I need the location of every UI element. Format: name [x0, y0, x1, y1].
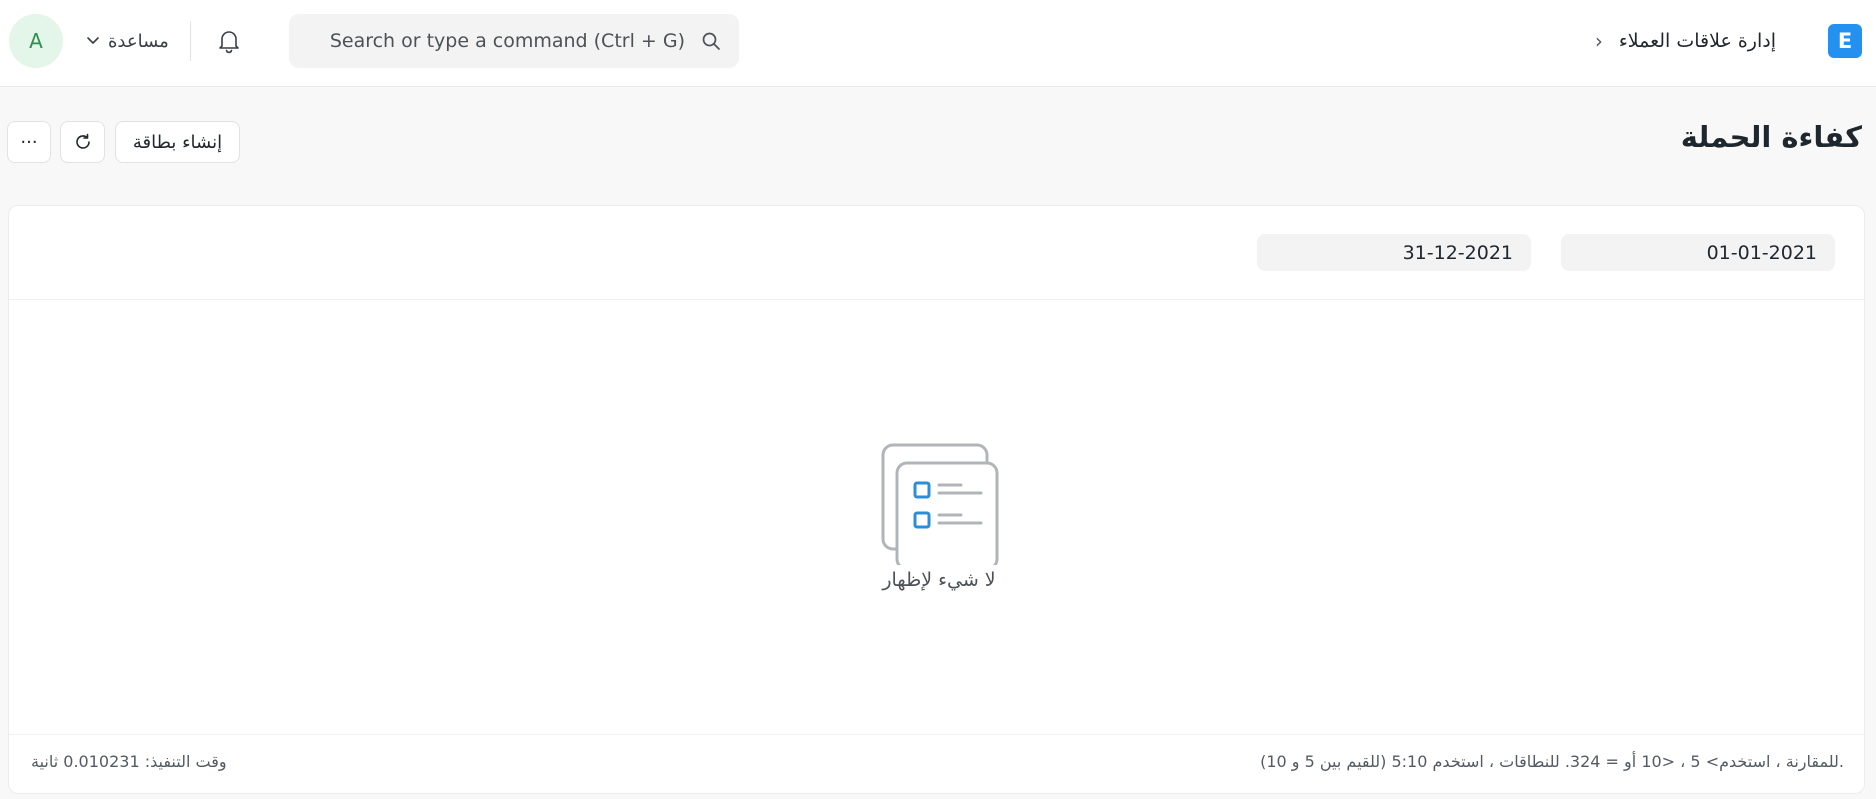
empty-list-icon	[881, 443, 999, 565]
from-date-field[interactable]: 01-01-2021	[1561, 234, 1835, 271]
page-title: كفاءة الحملة	[1680, 120, 1862, 154]
filters-divider	[9, 299, 1864, 300]
search-placeholder: Search or type a command (Ctrl + G)	[329, 30, 685, 52]
notifications-button[interactable]	[214, 26, 244, 56]
app-logo[interactable]: E	[1828, 24, 1862, 58]
refresh-button[interactable]	[60, 121, 105, 163]
chevron-down-icon	[86, 31, 100, 52]
footer-divider	[9, 734, 1864, 735]
breadcrumb-module-link[interactable]: إدارة علاقات العملاء	[1619, 30, 1776, 52]
create-card-button[interactable]: إنشاء بطاقة	[115, 121, 240, 163]
more-actions-button[interactable]: ···	[7, 121, 51, 163]
refresh-icon	[75, 133, 90, 149]
to-date-field[interactable]: 31-12-2021	[1257, 234, 1531, 271]
user-avatar[interactable]: A	[9, 14, 63, 68]
search-input[interactable]: Search or type a command (Ctrl + G)	[289, 14, 739, 68]
navbar: A مساعدة Search or type a command (Ctrl …	[0, 0, 1876, 87]
help-dropdown[interactable]: مساعدة	[86, 24, 169, 58]
filter-hint-text: للمقارنة ، استخدم> 5 ، <10 أو = 324. للن…	[1260, 752, 1844, 771]
empty-state: لا شيء لإظهار	[869, 431, 1009, 591]
report-card: 01-01-2021 31-12-2021 لا شيء لإظهار للمق…	[8, 205, 1865, 794]
navbar-divider	[190, 21, 191, 61]
search-icon	[702, 32, 720, 50]
breadcrumb: › إدارة علاقات العملاء	[1595, 26, 1776, 56]
execution-time: وقت التنفيذ: 0.010231 ثانية	[31, 752, 227, 771]
breadcrumb-separator: ›	[1594, 29, 1603, 53]
help-label: مساعدة	[108, 30, 169, 52]
bell-icon	[219, 31, 239, 54]
empty-state-message: لا شيء لإظهار	[882, 569, 996, 591]
